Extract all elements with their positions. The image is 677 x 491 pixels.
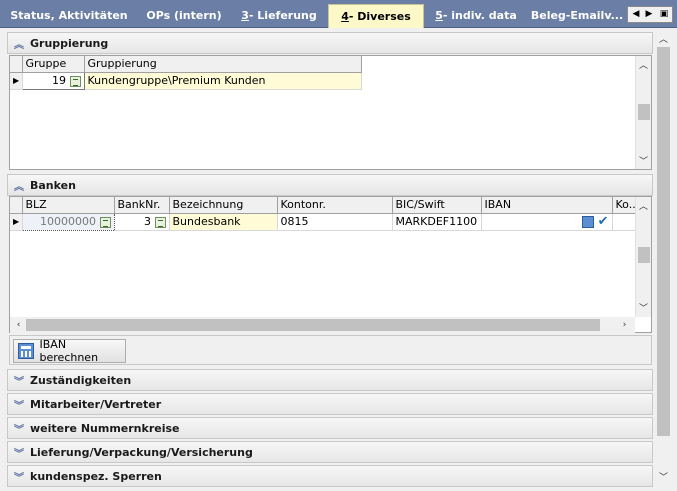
- banknr-cell[interactable]: 3: [114, 213, 170, 231]
- scroll-up-icon[interactable]: ︿: [637, 58, 650, 71]
- collapse-chevron-icon: ︽: [14, 181, 24, 193]
- section-title: Banken: [30, 178, 76, 192]
- blz-cell[interactable]: 10000000: [21, 212, 115, 231]
- bic-cell[interactable]: MARKDEF1100: [392, 213, 482, 231]
- lookup-icon[interactable]: [99, 216, 111, 228]
- tab-label: - Lieferung: [248, 8, 317, 22]
- scroll-thumb[interactable]: [657, 47, 670, 436]
- column-header-gruppe[interactable]: Gruppe: [22, 56, 85, 73]
- blz-value: 10000000: [40, 215, 96, 228]
- scroll-down-icon[interactable]: ﹀: [637, 154, 650, 167]
- column-header-kontonr[interactable]: Kontonr.: [277, 197, 393, 214]
- table-row[interactable]: ▶ 19 Kundengruppe\Premium Kunden: [10, 71, 362, 90]
- tab-label: - Diverses: [348, 10, 411, 23]
- expand-chevron-icon: ︾: [14, 400, 24, 412]
- tab-status-aktivitaeten[interactable]: Status, Aktivitäten: [2, 4, 136, 26]
- hscroll-thumb[interactable]: [26, 319, 600, 331]
- button-label: IBAN berechnen: [39, 338, 99, 364]
- gruppierung-table: Gruppe Gruppierung ▶ 19 Kundengruppe\Pre…: [10, 56, 362, 90]
- tab-beleg-emailv[interactable]: Beleg-Emailv...: [528, 4, 626, 26]
- scroll-up-icon[interactable]: ︿: [637, 199, 650, 212]
- tab-mnemonic: 4: [341, 10, 349, 23]
- gruppierung-grid: Gruppe Gruppierung ▶ 19 Kundengruppe\Pre…: [9, 55, 652, 170]
- tab-mnemonic: 3: [241, 8, 249, 22]
- gruppe-cell[interactable]: 19: [21, 71, 85, 90]
- expand-chevron-icon: ︾: [14, 472, 24, 484]
- scroll-down-icon[interactable]: ﹀: [637, 301, 650, 314]
- iban-calculator-icon[interactable]: [582, 215, 595, 228]
- section-title: Zuständigkeiten: [30, 373, 132, 387]
- row-pointer-icon: ▶: [10, 213, 23, 231]
- column-header-ko[interactable]: Ko...: [612, 197, 636, 214]
- tab-mnemonic: 5: [435, 8, 443, 22]
- column-header-bezeichnung[interactable]: Bezeichnung: [169, 197, 278, 214]
- section-nummernkreise-header[interactable]: ︾ weitere Nummernkreise: [7, 417, 653, 439]
- gruppierung-vscroll[interactable]: ︿ ﹀: [635, 56, 651, 169]
- tab-diverses[interactable]: 4 - Diverses: [328, 4, 424, 28]
- section-gruppierung-header[interactable]: ︽ Gruppierung: [7, 32, 653, 54]
- scroll-down-icon[interactable]: ﹀: [657, 470, 670, 483]
- column-header-bic[interactable]: BIC/Swift: [392, 197, 482, 214]
- section-title: kundenspez. Sperren: [30, 469, 162, 483]
- section-sperren-header[interactable]: ︾ kundenspez. Sperren: [7, 465, 653, 487]
- table-row[interactable]: ▶ 10000000 3 Bundesbank 0815 MARKDEF1100…: [10, 212, 636, 231]
- section-title: Mitarbeiter/Vertreter: [30, 397, 162, 411]
- main-vscroll[interactable]: ︿ ﹀: [655, 30, 672, 489]
- bezeichnung-cell[interactable]: Bundesbank: [169, 213, 278, 231]
- section-banken-header[interactable]: ︽ Banken: [7, 174, 653, 196]
- collapse-chevron-icon: ︽: [14, 39, 24, 51]
- banken-hscroll[interactable]: ‹ ›: [10, 317, 635, 333]
- row-indicator-header: [10, 56, 23, 73]
- banknr-value: 3: [144, 215, 151, 228]
- banken-grid: BLZ BankNr. Bezeichnung Kontonr. BIC/Swi…: [9, 196, 652, 333]
- scroll-thumb[interactable]: [638, 104, 650, 120]
- tab-label: OPs (intern): [146, 8, 222, 22]
- section-mitarbeiter-header[interactable]: ︾ Mitarbeiter/Vertreter: [7, 393, 653, 415]
- banken-toolbar: IBAN berechnen: [9, 335, 652, 365]
- gruppierung-cell[interactable]: Kundengruppe\Premium Kunden: [84, 72, 362, 90]
- banken-table: BLZ BankNr. Bezeichnung Kontonr. BIC/Swi…: [10, 197, 636, 231]
- section-title: Gruppierung: [30, 36, 109, 50]
- ko-cell[interactable]: [612, 213, 636, 231]
- section-zustaendigkeiten-header[interactable]: ︾ Zuständigkeiten: [7, 369, 653, 391]
- tab-bar: Status, Aktivitäten OPs (intern) 3 - Lie…: [0, 0, 677, 28]
- lookup-icon[interactable]: [69, 75, 81, 87]
- row-pointer-icon: ▶: [10, 72, 23, 90]
- tab-indiv-data[interactable]: 5 - indiv. data: [426, 4, 526, 26]
- expand-chevron-icon: ︾: [14, 376, 24, 388]
- tab-lieferung[interactable]: 3 - Lieferung: [232, 4, 326, 26]
- column-header-gruppierung[interactable]: Gruppierung: [84, 56, 362, 73]
- section-lieferung-header[interactable]: ︾ Lieferung/Verpackung/Versicherung: [7, 441, 653, 463]
- expand-chevron-icon: ︾: [14, 448, 24, 460]
- tab-close-icon[interactable]: ▣: [658, 6, 670, 22]
- lookup-icon[interactable]: [154, 216, 166, 228]
- section-title: weitere Nummernkreise: [30, 421, 180, 435]
- gruppe-value: 19: [52, 74, 66, 87]
- column-header-blz[interactable]: BLZ: [22, 197, 115, 214]
- section-title: Lieferung/Verpackung/Versicherung: [30, 445, 253, 459]
- tab-next-icon[interactable]: ▶: [643, 6, 655, 22]
- iban-cell[interactable]: ✔: [481, 213, 613, 231]
- tab-prev-icon[interactable]: ◀: [630, 6, 642, 22]
- banken-vscroll[interactable]: ︿ ﹀: [635, 197, 651, 317]
- checkmark-icon[interactable]: ✔: [598, 214, 609, 229]
- column-header-iban[interactable]: IBAN: [481, 197, 613, 214]
- kontonr-cell[interactable]: 0815: [277, 213, 393, 231]
- tab-label: Status, Aktivitäten: [10, 8, 128, 22]
- scroll-thumb[interactable]: [638, 247, 650, 263]
- tab-ops-intern[interactable]: OPs (intern): [138, 4, 230, 26]
- tab-label: Beleg-Emailv...: [530, 8, 624, 22]
- scroll-up-icon[interactable]: ︿: [657, 32, 670, 45]
- scroll-left-icon[interactable]: ‹: [12, 318, 25, 331]
- column-header-banknr[interactable]: BankNr.: [114, 197, 170, 214]
- iban-berechnen-button[interactable]: IBAN berechnen: [13, 338, 126, 364]
- row-indicator-header: [10, 197, 23, 214]
- tab-label: - indiv. data: [442, 8, 517, 22]
- expand-chevron-icon: ︾: [14, 424, 24, 436]
- main-content: ︽ Gruppierung Gruppe Gruppierung ▶ 19 Ku…: [2, 30, 675, 490]
- scroll-right-icon[interactable]: ›: [618, 318, 631, 331]
- calculator-icon: [18, 343, 34, 359]
